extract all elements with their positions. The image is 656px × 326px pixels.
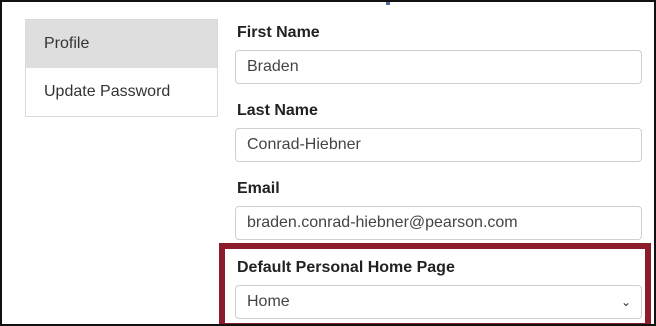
email-field[interactable] xyxy=(235,206,642,240)
chevron-down-icon: ⌄ xyxy=(620,295,631,309)
default-home-page-selected-value: Home xyxy=(247,293,290,310)
first-name-label: First Name xyxy=(237,24,320,41)
top-accent-mark xyxy=(386,2,390,5)
screenshot-frame: Profile Update Password First Name Last … xyxy=(0,0,656,326)
sidebar-item-profile[interactable]: Profile xyxy=(26,20,217,68)
first-name-field[interactable] xyxy=(235,50,642,84)
sidebar-item-label: Update Password xyxy=(44,83,171,100)
default-home-page-label: Default Personal Home Page xyxy=(237,259,455,276)
sidebar-item-label: Profile xyxy=(44,35,90,52)
profile-sidebar-nav: Profile Update Password xyxy=(25,19,218,117)
email-label: Email xyxy=(237,180,280,197)
sidebar-item-update-password[interactable]: Update Password xyxy=(26,68,217,116)
default-home-page-select[interactable]: Home ⌄ xyxy=(235,285,642,319)
last-name-label: Last Name xyxy=(237,102,318,119)
last-name-field[interactable] xyxy=(235,128,642,162)
